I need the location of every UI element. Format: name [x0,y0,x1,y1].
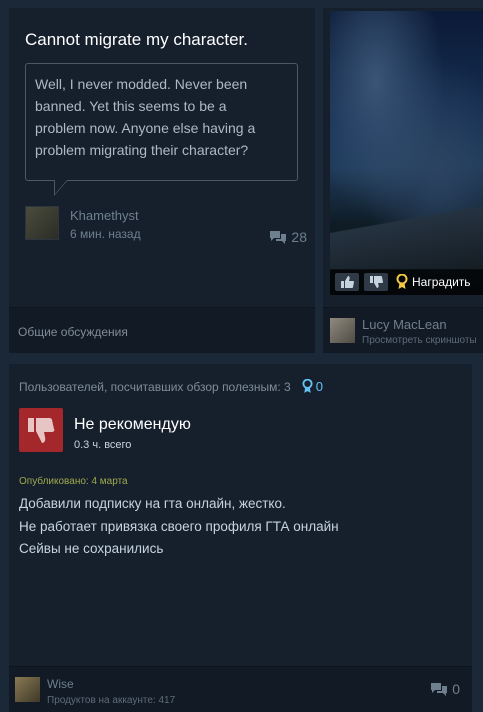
comment-count[interactable]: 0 [430,681,460,697]
published-date: Опубликовано: 4 марта [19,476,128,487]
avatar[interactable] [25,206,59,240]
review-author[interactable]: Wise [47,677,74,691]
award-button[interactable]: Наградить [396,274,471,290]
screenshot-landscape [330,190,483,270]
bubble-tail-inner [55,180,67,194]
review-body: Добавили подписку на гта онлайн, жестко.… [19,493,339,561]
award-icon [302,379,313,393]
excerpt-line: banned. Yet this seems to be a [35,98,227,114]
excerpt-line: problem now. Anyone else having a [35,120,256,136]
discussion-card[interactable]: Cannot migrate my character. Well, I nev… [9,8,315,353]
comment-count-value: 0 [452,681,460,697]
helpful-row: Пользователей, посчитавших обзор полезны… [19,379,323,394]
award-count-value: 0 [315,379,323,394]
comments-icon [431,683,448,696]
discussion-footer[interactable]: Общие обсуждения [9,307,315,353]
review-verdict[interactable]: Не рекомендую [74,416,191,434]
thumbs-up-button[interactable] [335,273,359,291]
excerpt-line: problem migrating their character? [35,142,249,158]
review-line: Добавили подписку на гта онлайн, жестко. [19,496,286,511]
screenshot-card[interactable]: Наградить Lucy MacLean Просмотреть скрин… [323,8,483,353]
award-label: Наградить [412,275,471,289]
review-footer: Wise Продуктов на аккаунте: 417 0 [9,666,472,712]
excerpt-line: Well, I never modded. Never been [35,76,248,92]
screenshot-image[interactable]: Наградить [330,11,483,295]
review-line: Сейвы не сохранились [19,541,164,556]
award-icon [396,274,408,289]
thumbs-down-button[interactable] [364,273,388,291]
discussion-excerpt: Well, I never modded. Never been banned.… [25,63,298,181]
discussion-time: 6 мин. назад [70,227,141,241]
discussion-title[interactable]: Cannot migrate my character. [25,30,248,50]
comments-icon [270,231,287,244]
review-line: Не работает привязка своего профиля ГТА … [19,518,339,534]
screenshot-author[interactable]: Lucy MacLean [362,317,447,332]
thumbs-up-icon [341,276,354,288]
review-card[interactable]: Пользователей, посчитавших обзор полезны… [9,364,472,712]
hours-played: 0.3 ч. всего [74,439,132,451]
comment-count-value: 28 [291,229,307,245]
award-count: 0 [302,379,323,394]
thumbs-down-icon [28,418,55,443]
forum-name[interactable]: Общие обсуждения [18,325,128,339]
helpful-count: Пользователей, посчитавших обзор полезны… [19,379,291,394]
screenshot-footer: Lucy MacLean Просмотреть скриншоты [323,307,483,353]
screenshot-vote-bar: Наградить [330,269,483,295]
avatar[interactable] [15,677,40,702]
comment-count: 28 [269,229,307,245]
not-recommended-icon [19,408,63,452]
avatar[interactable] [330,318,355,343]
discussion-author[interactable]: Khamethyst [70,208,139,223]
products-count: Продуктов на аккаунте: 417 [47,695,176,706]
thumbs-down-icon [370,276,383,288]
view-screenshots-link[interactable]: Просмотреть скриншоты [362,335,477,346]
